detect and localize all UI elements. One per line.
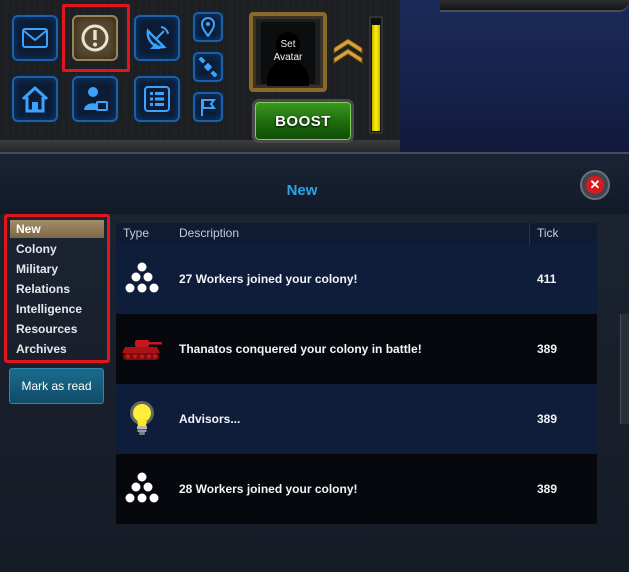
avatar-label: Set Avatar <box>253 38 323 64</box>
map-pin-button[interactable] <box>193 12 223 42</box>
column-header-type: Type <box>123 226 150 240</box>
window-edge-handle[interactable] <box>620 314 629 424</box>
row-tick: 389 <box>537 482 558 496</box>
flag-icon <box>201 99 216 116</box>
row-tick: 389 <box>537 342 558 356</box>
advisor-icon <box>84 87 108 111</box>
workers-icon <box>118 464 166 514</box>
alerts-highlight <box>62 4 130 72</box>
row-description: Advisors... <box>179 412 241 426</box>
lightbulb-icon <box>118 394 166 444</box>
rank-chevron-icon <box>333 38 363 64</box>
map-pin-icon <box>200 17 216 37</box>
row-tick: 411 <box>537 272 557 286</box>
mail-icon <box>22 28 48 48</box>
list-icon <box>144 86 170 112</box>
satellite-button[interactable] <box>193 52 223 82</box>
tank-icon <box>118 324 166 374</box>
home-button[interactable] <box>12 76 58 122</box>
mark-as-read-button[interactable]: Mark as read <box>9 368 104 404</box>
set-avatar-button[interactable]: Set Avatar <box>249 12 327 92</box>
table-header: Type Description Tick <box>116 223 597 244</box>
home-icon <box>21 85 49 113</box>
hud-space-background <box>400 0 629 152</box>
row-description: Thanatos conquered your colony in battle… <box>179 342 422 356</box>
satellite-dish-button[interactable] <box>134 15 180 61</box>
avatar-label-line2: Avatar <box>273 52 303 63</box>
satellite-icon <box>198 57 218 77</box>
window-title-bar: New ✕ <box>0 154 629 214</box>
row-tick: 389 <box>537 412 558 426</box>
sidebar-highlight <box>4 214 110 363</box>
notifications-table: Type Description Tick 27 Workers joined … <box>116 223 597 524</box>
advisor-button[interactable] <box>72 76 118 122</box>
table-row[interactable]: Advisors... 389 <box>116 384 597 454</box>
close-button[interactable]: ✕ <box>580 170 610 200</box>
workers-icon <box>118 254 166 304</box>
energy-bar-fill <box>372 24 380 131</box>
close-icon: ✕ <box>586 176 604 194</box>
boost-label: BOOST <box>275 112 331 130</box>
row-description: 28 Workers joined your colony! <box>179 482 358 496</box>
energy-bar <box>369 16 383 134</box>
boost-button[interactable]: BOOST <box>252 99 354 143</box>
column-header-tick: Tick <box>537 226 559 240</box>
game-screen: Set Avatar BOOST New ✕ New Colony Military… <box>0 0 629 572</box>
table-row[interactable]: 27 Workers joined your colony! 411 <box>116 244 597 314</box>
avatar-label-line1: Set <box>280 39 296 50</box>
top-hud: Set Avatar BOOST <box>0 0 629 152</box>
hud-top-rim <box>440 0 629 12</box>
table-row[interactable]: Thanatos conquered your colony in battle… <box>116 314 597 384</box>
column-separator <box>529 223 530 244</box>
window-title: New <box>286 182 318 199</box>
column-header-description: Description <box>179 226 240 240</box>
list-button[interactable] <box>134 76 180 122</box>
flag-button[interactable] <box>193 92 223 122</box>
satellite-dish-icon <box>146 26 169 49</box>
mail-button[interactable] <box>12 15 58 61</box>
row-description: 27 Workers joined your colony! <box>179 272 358 286</box>
table-row[interactable]: 28 Workers joined your colony! 389 <box>116 454 597 524</box>
